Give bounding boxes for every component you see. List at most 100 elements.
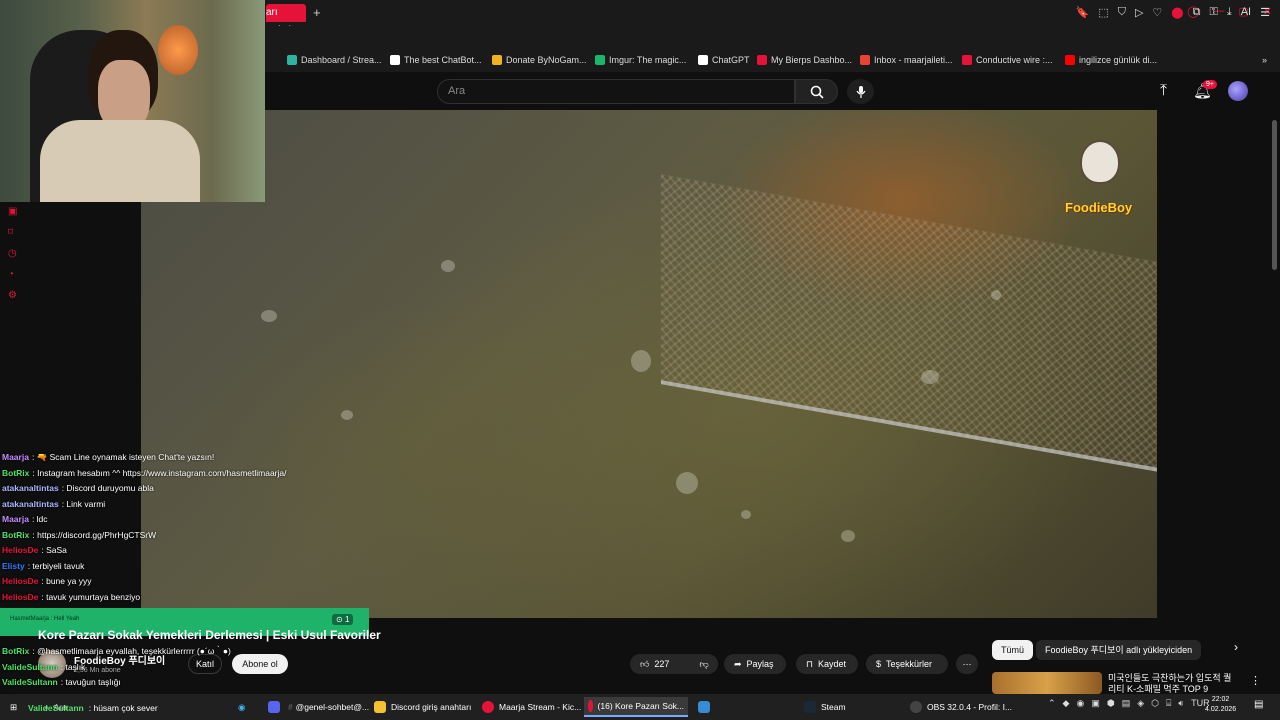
video-frame-fryer-basket <box>661 174 1157 476</box>
taskbar-app[interactable] <box>694 697 714 717</box>
volume-icon[interactable]: 🔉︎ <box>1178 698 1184 709</box>
tray-app-icon[interactable]: ◉ <box>1076 698 1084 709</box>
obs-side-icons: ▣ ⌑ ◷ ◔ ⚙ <box>8 206 17 301</box>
more-actions-button[interactable]: ⋯ <box>956 654 978 674</box>
like-button[interactable]: 👍︎ 227 <box>630 654 679 674</box>
search-input[interactable]: Ara <box>437 79 795 104</box>
recommended-video-title[interactable]: 미국인들도 극찬하는가 입도적 퀄리티 K-소패밀 먹주 TOP 9 <box>1108 673 1238 695</box>
voice-search-button[interactable] <box>847 79 874 104</box>
share-button[interactable]: ➦ Paylaş <box>724 654 786 674</box>
edge-browser-icon: ◉ <box>238 701 246 712</box>
ai-icon[interactable]: AI <box>1241 6 1251 19</box>
bookmark-item[interactable]: Inbox - maarjaileti... <box>860 55 953 65</box>
bookmarks-overflow-icon[interactable]: » <box>1262 55 1267 65</box>
page-scrollbar[interactable] <box>1272 120 1277 270</box>
taskbar-item[interactable]: Discord giriş anahtarı <box>370 697 475 717</box>
taskbar-clock[interactable]: 22:02 4.02.2026 <box>1205 695 1236 715</box>
video-frame-bubble <box>341 410 353 420</box>
video-frame-bubble <box>261 310 277 322</box>
chat-message: BotRix: @hasmetlimaarja eyvallah, teşekk… <box>2 644 302 660</box>
calendar-icon[interactable]: ▣ <box>8 206 17 217</box>
bookmark-item[interactable]: ChatGPT <box>698 55 750 65</box>
tray-app-icon[interactable]: ⬢ <box>1107 698 1115 709</box>
taskbar-item[interactable]: OBS 32.0.4 - Profil: I... <box>906 697 1016 717</box>
menu-icon[interactable]: ☰ <box>1260 6 1270 19</box>
chat-username: BotRix <box>2 646 30 656</box>
thanks-button[interactable]: $ Teşekkürler <box>866 654 948 674</box>
search-button[interactable] <box>795 79 838 104</box>
network-icon[interactable]: ⌸ <box>1166 698 1171 709</box>
tray-overflow-icon[interactable]: ⌃ <box>1048 698 1056 709</box>
shield-icon[interactable]: ⛉ <box>1118 6 1126 19</box>
right-sidebar <box>1157 110 1280 620</box>
chat-message: atakanaltintas: Link varmi <box>2 497 362 513</box>
active-browser-tab[interactable]: arı Sokak <box>266 4 306 36</box>
more-vertical-icon[interactable]: ⋮ <box>1250 674 1261 687</box>
start-button[interactable]: ⊞ <box>6 697 21 717</box>
tray-app-icon[interactable]: ⬡ <box>1151 698 1159 709</box>
bookmark-favicon-icon <box>390 55 400 65</box>
chat-username: Maarja <box>2 452 29 462</box>
search-icon <box>810 85 824 99</box>
taskbar-item-label: Maarja Stream - Kic... <box>499 702 582 712</box>
screenshot-icon[interactable]: ⬚ <box>1098 6 1108 19</box>
bookmark-item[interactable]: Imgur: The magic... <box>595 55 686 65</box>
taskbar-search[interactable]: ⌕ Ara <box>40 697 71 717</box>
filter-chip-all[interactable]: Tümü <box>992 640 1034 660</box>
bookmark-icon[interactable]: 🔖 <box>1076 6 1090 19</box>
chat-username: ValideSultann <box>2 661 58 672</box>
taskbar-item-active[interactable]: (16) Kore Pazarı Sok... <box>584 697 688 717</box>
taskbar-item[interactable]: Maarja Stream - Kic... <box>478 697 585 717</box>
filter-chip-channel[interactable]: FoodieBoy 푸디보이 adlı yükleyiciden <box>1036 640 1202 660</box>
video-frame-bubble <box>441 260 455 272</box>
extension-red-icon[interactable]: ⬤ <box>1171 6 1183 19</box>
bookmark-icon[interactable]: ⌑ <box>8 227 17 238</box>
download-icon[interactable]: ⤓ <box>1227 6 1232 19</box>
notifications-icon[interactable]: ▤ <box>1254 699 1263 710</box>
notification-count-badge: 9+ <box>1203 80 1217 89</box>
chat-text: : terbiyeli tavuk <box>27 560 85 571</box>
bookmark-item[interactable]: My Bierps Dashbo... <box>757 55 852 65</box>
taskbar-search-label: Ara <box>53 702 67 712</box>
tray-app-icon[interactable]: ▣ <box>1091 698 1100 709</box>
heart-icon[interactable]: ♡ <box>1152 6 1162 19</box>
chevron-right-icon[interactable]: › <box>1234 640 1238 654</box>
tray-app-icon[interactable]: ◈ <box>1137 698 1144 709</box>
recommended-video-thumbnail[interactable] <box>992 672 1102 694</box>
chat-message: atakanaltintas: Discord duruyomu abla <box>2 481 362 497</box>
video-frame-bubble <box>921 370 939 384</box>
chat-icon[interactable]: ◔ <box>8 269 17 280</box>
chat-username: BotRix <box>2 467 30 478</box>
taskbar-item[interactable]: #️@genel-sohbet@... <box>264 697 373 717</box>
bookmark-item[interactable]: The best ChatBot... <box>390 55 482 65</box>
bookmark-label: ingilizce günlük di... <box>1079 55 1158 65</box>
lock-icon[interactable]: ⚿ <box>1209 6 1217 19</box>
taskbar-item[interactable]: Steam <box>800 697 850 717</box>
bookmark-item[interactable]: Dashboard / Strea... <box>287 55 382 65</box>
save-button[interactable]: ⊓ Kaydet <box>796 654 858 674</box>
chat-alert-count-badge: ⊙ 1 <box>332 614 354 625</box>
dislike-button[interactable]: 👎︎ <box>689 654 718 674</box>
bookmark-favicon-icon <box>1065 55 1075 65</box>
clock-icon[interactable]: ◷ <box>8 248 17 259</box>
tray-app-icon[interactable]: ◆ <box>1063 698 1070 709</box>
video-frame-bubble <box>676 472 698 494</box>
settings-icon[interactable]: ⚙ <box>8 290 17 301</box>
notepad-icon <box>374 701 386 713</box>
play-icon[interactable]: ▷ <box>1135 6 1143 19</box>
tray-app-icon[interactable]: ▤ <box>1122 698 1131 709</box>
account-avatar[interactable] <box>1228 81 1248 101</box>
toolbar-icons: 🔖 ⬚ ⛉ ▷ ♡ ⬤ ⧉ ⚿ ⤓ AI ☰ <box>1076 6 1270 19</box>
bookmark-item[interactable]: Conductive wire :... <box>962 55 1053 65</box>
taskbar-edge[interactable]: ◉ <box>234 697 249 717</box>
new-tab-button[interactable]: + <box>313 5 321 20</box>
upload-icon[interactable]: ⤒ <box>1160 82 1167 100</box>
app-icon <box>698 701 710 713</box>
chat-message: HeliosDe: bune ya yyy <box>2 574 362 590</box>
obs-icon <box>910 701 922 713</box>
like-dislike-group: 👍︎ 227 👎︎ <box>630 654 718 674</box>
bookmark-item[interactable]: Donate ByNoGam... <box>492 55 587 65</box>
bookmark-item[interactable]: ingilizce günlük di... <box>1065 55 1157 65</box>
puzzle-icon[interactable]: ⧉ <box>1193 6 1201 19</box>
chat-username: atakanaltintas <box>2 483 59 493</box>
